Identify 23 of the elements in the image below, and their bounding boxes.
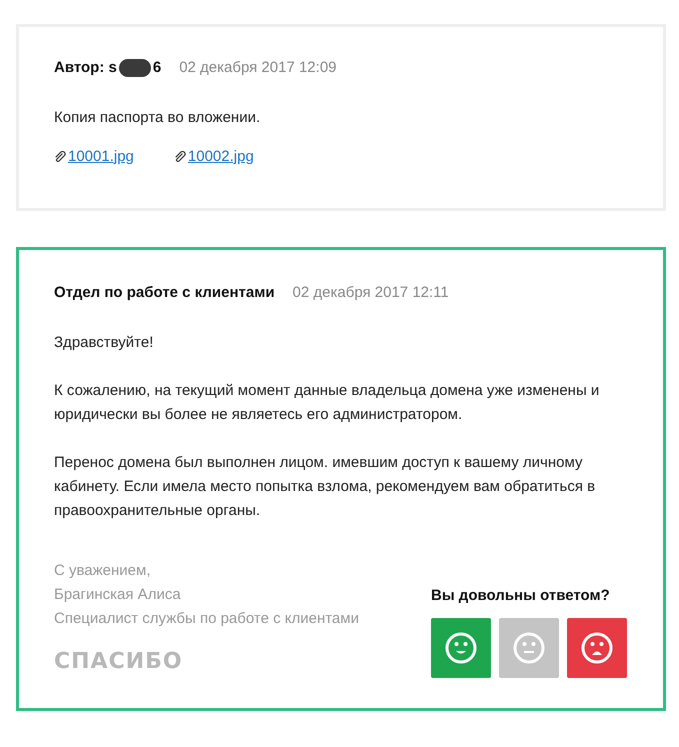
rating-question: Вы довольны ответом? [431,586,611,606]
signature-line: Специалист службы по работе с клиентами [54,608,359,628]
attachment-link[interactable]: 10001.jpg [54,146,134,168]
paperclip-icon [174,150,186,163]
signature-line: С уважением, [54,560,152,580]
rating-button[interactable] [499,618,559,678]
rating-button[interactable] [431,618,491,678]
message-text: Здравствуйте! [54,332,154,352]
message-text: Копия паспорта во вложении. [54,108,262,128]
author-name: Автор: s 6 [54,58,162,80]
attachment-link[interactable]: 10002.jpg [174,146,254,168]
signature-line: Брагинская Алиса [54,584,182,604]
message-text: К сожалению, на текущий момент данные владельца домена уже изменены и юридически вы более не являетесь его администратором. [54,380,600,424]
neutral-face-icon [513,632,545,664]
logo-text: СПАСИБО [54,648,183,676]
message-date: 02 декабря 2017 12:11 [292,283,449,303]
message-text: Перенос домена был выполнен лицом. имевшим доступ к вашему личному кабинету. Если имела место попытка взлома, рекомендуем вам обратиться в правоохранительные органы. [54,452,596,520]
paperclip-icon [54,150,66,163]
rating-button[interactable] [567,618,627,678]
message-date: 02 декабря 2017 12:09 [179,58,336,78]
happy-face-icon [445,632,477,664]
sad-face-icon [581,632,613,664]
author-name: Отдел по работе с клиентами [54,283,275,303]
